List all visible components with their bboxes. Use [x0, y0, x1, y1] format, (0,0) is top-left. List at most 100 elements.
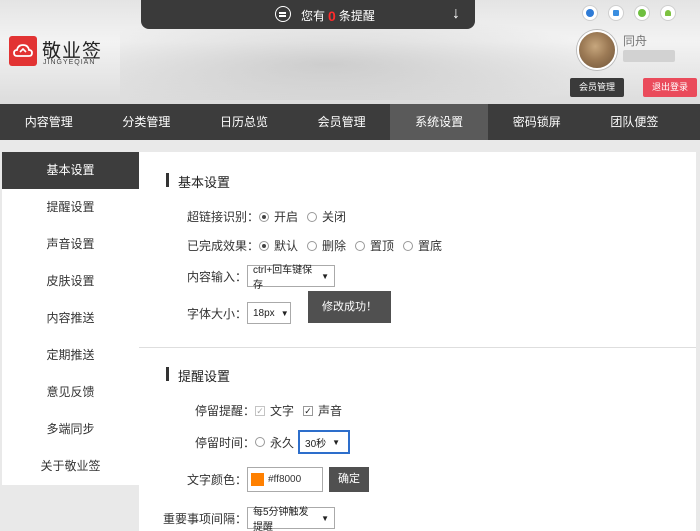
completed-default-text: 默认: [274, 239, 299, 253]
notification-bar[interactable]: 您有 0 条提醒 ↓: [141, 0, 475, 29]
sidebar-item-push[interactable]: 内容推送: [2, 300, 139, 337]
font-size-select[interactable]: 18px ▼: [247, 302, 291, 324]
logout-button[interactable]: 退出登录: [643, 78, 697, 97]
windows-icon[interactable]: [608, 5, 624, 21]
platform-icons: [582, 5, 676, 21]
completed-bottom-option[interactable]: 置底: [403, 237, 442, 254]
nav-item-content[interactable]: 内容管理: [0, 104, 98, 140]
nav-item-team[interactable]: 团队便签: [586, 104, 684, 140]
completed-delete-text: 删除: [322, 239, 347, 253]
member-management-button[interactable]: 会员管理: [570, 78, 624, 97]
sidebar-item-about[interactable]: 关于敬业签: [2, 448, 139, 485]
chevron-down-icon: ▼: [321, 271, 329, 281]
stay-time-select[interactable]: 30秒 ▼: [298, 430, 351, 454]
completed-bottom-radio[interactable]: [403, 240, 414, 251]
stay-sound-checkbox[interactable]: ✓: [303, 405, 314, 416]
completed-default-radio[interactable]: [259, 240, 269, 251]
hyperlink-off-radio[interactable]: [307, 211, 318, 222]
completed-row: 已完成效果： 默认 删除 置顶 置底: [159, 237, 451, 254]
sidebar-item-scheduled-push[interactable]: 定期推送: [2, 337, 139, 374]
stay-sound-label: 声音: [318, 404, 343, 418]
stay-time-label: 停留时间：: [194, 435, 255, 450]
save-success-button[interactable]: 修改成功！: [308, 291, 391, 323]
completed-bottom-text: 置底: [418, 239, 443, 253]
stay-reminder-row: 停留提醒： ✓ 文字 ✓ 声音: [159, 402, 351, 419]
sidebar-item-sync[interactable]: 多端同步: [2, 411, 139, 448]
section-title-reminder: 提醒设置: [166, 366, 230, 385]
hyperlink-on-radio[interactable]: [259, 211, 269, 222]
nav-item-settings[interactable]: 系统设置: [390, 104, 488, 140]
hyperlink-row: 超链接识别： 开启 关闭: [159, 208, 355, 225]
message-icon: [275, 6, 291, 22]
hyperlink-off-text: 关闭: [322, 210, 347, 224]
completed-delete-option[interactable]: 删除: [307, 237, 346, 254]
text-color-value: #ff8000: [268, 474, 302, 485]
sidebar-item-reminder[interactable]: 提醒设置: [2, 189, 139, 226]
apple-icon[interactable]: [634, 5, 650, 21]
hyperlink-on-text: 开启: [274, 210, 299, 224]
nav-item-calendar[interactable]: 日历总览: [195, 104, 293, 140]
section-divider: [139, 347, 696, 348]
settings-panel: 基本设置 超链接识别： 开启 关闭 已完成效果： 默认 删除 置顶 置底 内容输…: [139, 152, 696, 531]
interval-row: 重要事项间隔： 每5分钟触发提醒 ▼: [159, 507, 335, 531]
nav-item-members[interactable]: 会员管理: [293, 104, 391, 140]
stay-text-option[interactable]: ✓ 文字: [255, 402, 294, 419]
hyperlink-on-option[interactable]: 开启: [259, 208, 298, 225]
interval-value: 每5分钟触发提醒: [253, 507, 309, 531]
completed-top-radio[interactable]: [355, 240, 366, 251]
settings-sidebar: 基本设置 提醒设置 声音设置 皮肤设置 内容推送 定期推送 意见反馈 多端同步 …: [2, 152, 139, 485]
input-mode-label: 内容输入：: [186, 269, 247, 284]
input-mode-select[interactable]: ctrl+回车键保存 ▼: [247, 265, 335, 291]
stay-reminder-label: 停留提醒：: [194, 404, 255, 418]
logo: [9, 36, 37, 66]
section-title-basic: 基本设置: [166, 172, 230, 191]
completed-label: 已完成效果：: [186, 239, 259, 253]
completed-top-option[interactable]: 置顶: [355, 237, 394, 254]
font-size-row: 字体大小： 18px ▼: [159, 302, 291, 324]
interval-select[interactable]: 每5分钟触发提醒 ▼: [247, 507, 335, 531]
sidebar-item-basic[interactable]: 基本设置: [2, 152, 139, 189]
text-color-label: 文字颜色：: [186, 473, 247, 487]
chevron-down-icon: ▼: [280, 308, 289, 318]
nav-item-category[interactable]: 分类管理: [98, 104, 196, 140]
main-nav: 内容管理 分类管理 日历总览 会员管理 系统设置 密码锁屏 团队便签: [0, 104, 700, 140]
stay-forever-option[interactable]: 永久: [255, 434, 294, 451]
sidebar-item-feedback[interactable]: 意见反馈: [2, 374, 139, 411]
interval-label: 重要事项间隔：: [162, 511, 247, 526]
notification-count: 0: [328, 8, 336, 24]
input-mode-row: 内容输入： ctrl+回车键保存 ▼: [159, 265, 335, 291]
notification-text: 您有 0 条提醒: [301, 7, 375, 24]
stay-forever-radio[interactable]: [255, 437, 265, 447]
hyperlink-label: 超链接识别：: [186, 210, 259, 224]
download-arrow-icon[interactable]: ↓: [452, 6, 460, 22]
notification-suffix: 条提醒: [338, 9, 375, 23]
color-swatch[interactable]: [251, 473, 264, 486]
completed-default-option[interactable]: 默认: [259, 237, 298, 254]
completed-top-text: 置顶: [370, 239, 395, 253]
brand-pinyin: JINGYEQIAN: [43, 59, 96, 66]
ie-icon[interactable]: [582, 5, 598, 21]
font-size-value: 18px: [253, 307, 275, 319]
stay-time-value: 30秒: [305, 438, 327, 450]
android-icon[interactable]: [660, 5, 676, 21]
text-color-input[interactable]: #ff8000: [247, 467, 323, 492]
sidebar-item-sound[interactable]: 声音设置: [2, 226, 139, 263]
font-size-label: 字体大小：: [186, 306, 247, 321]
stay-forever-text: 永久: [270, 435, 295, 450]
completed-delete-radio[interactable]: [307, 240, 318, 251]
hyperlink-off-option[interactable]: 关闭: [307, 208, 346, 225]
color-confirm-button[interactable]: 确定: [329, 467, 369, 492]
nav-item-lock[interactable]: 密码锁屏: [488, 104, 586, 140]
user-name: 同舟: [623, 34, 648, 48]
sidebar-item-skin[interactable]: 皮肤设置: [2, 263, 139, 300]
chevron-down-icon: ▼: [321, 513, 329, 523]
header: 您有 0 条提醒 ↓ 敬业签 JINGYEQIAN 同舟 会员管理 退出登录: [0, 0, 700, 104]
stay-text-checkbox[interactable]: ✓: [255, 405, 265, 416]
input-mode-value: ctrl+回车键保存: [253, 265, 313, 291]
notification-prefix: 您有: [301, 9, 326, 23]
stay-time-row: 停留时间： 永久 30秒 ▼: [159, 430, 351, 454]
avatar[interactable]: [577, 30, 617, 70]
stay-sound-option[interactable]: ✓ 声音: [303, 402, 342, 419]
chevron-down-icon: ▼: [332, 437, 341, 447]
user-id-masked: [623, 50, 675, 62]
